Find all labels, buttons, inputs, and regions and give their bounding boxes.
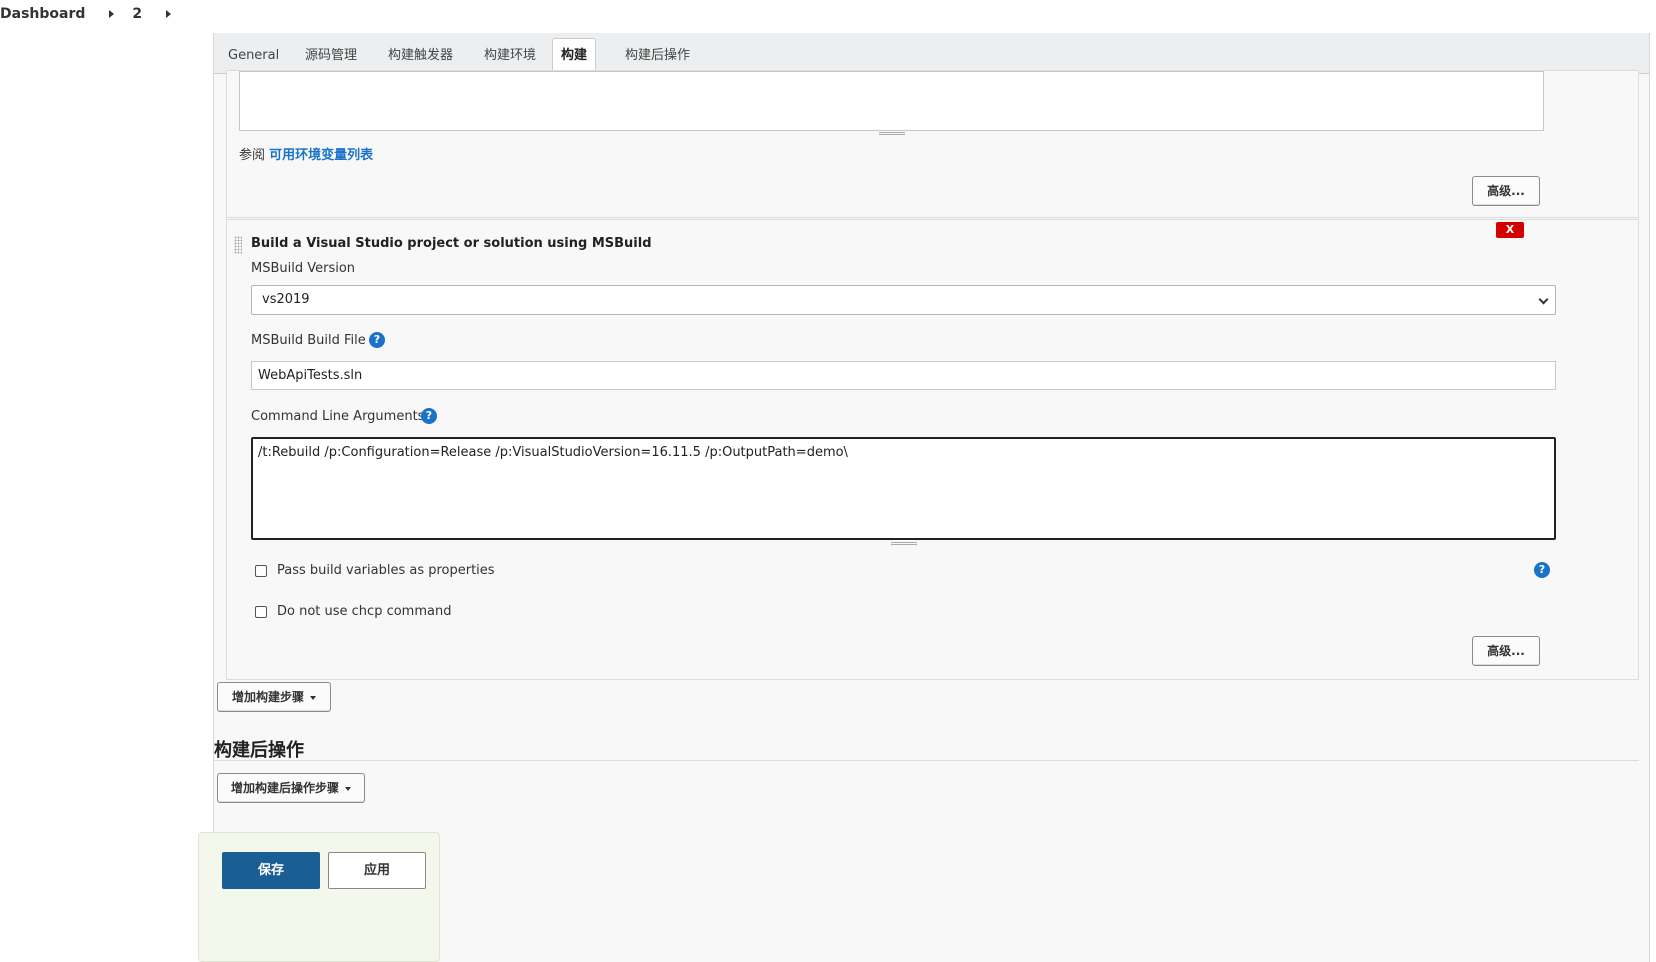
breadcrumb-dashboard[interactable]: Dashboard bbox=[0, 6, 85, 22]
cmd-args-textarea[interactable]: /t:Rebuild /p:Configuration=Release /p:V… bbox=[251, 437, 1556, 540]
advanced-button[interactable]: 高级... bbox=[1472, 176, 1540, 206]
breadcrumb-chevron-icon[interactable] bbox=[109, 10, 115, 18]
breadcrumb-chevron-icon[interactable] bbox=[166, 10, 172, 18]
config-panel: General 源码管理 构建触发器 构建环境 构建 构建后操作 参阅 可用环境… bbox=[213, 33, 1650, 962]
no-chcp-checkbox[interactable] bbox=[255, 606, 267, 618]
tab-build[interactable]: 构建 bbox=[552, 38, 597, 74]
msbuild-version-select[interactable]: vs2019 bbox=[251, 285, 1556, 315]
delete-step-button[interactable]: X bbox=[1496, 222, 1524, 238]
section-divider bbox=[214, 760, 1639, 761]
msbuild-step: Build a Visual Studio project or solutio… bbox=[226, 219, 1639, 680]
save-button[interactable]: 保存 bbox=[222, 852, 320, 889]
caret-down-icon bbox=[310, 695, 316, 700]
apply-button[interactable]: 应用 bbox=[328, 852, 426, 889]
drag-handle-icon[interactable] bbox=[234, 236, 242, 254]
command-textarea[interactable] bbox=[239, 71, 1544, 131]
build-file-label: MSBuild Build File bbox=[251, 333, 366, 348]
pass-vars-label: Pass build variables as properties bbox=[277, 563, 495, 578]
msbuild-step-title: Build a Visual Studio project or solutio… bbox=[251, 236, 652, 251]
build-file-input[interactable]: WebApiTests.sln bbox=[251, 361, 1556, 390]
resize-grip-icon[interactable] bbox=[891, 542, 917, 545]
help-icon[interactable]: ? bbox=[1534, 562, 1550, 578]
no-chcp-label: Do not use chcp command bbox=[277, 604, 452, 619]
msbuild-version-label: MSBuild Version bbox=[251, 261, 356, 276]
add-build-step-label: 增加构建步骤 bbox=[231, 690, 304, 704]
add-post-build-button[interactable]: 增加构建后操作步骤 bbox=[217, 773, 365, 803]
post-build-heading: 构建后操作 bbox=[214, 740, 304, 761]
pass-vars-checkbox[interactable] bbox=[255, 565, 267, 577]
save-bar: 保存 应用 bbox=[198, 832, 440, 962]
msbuild-advanced-button[interactable]: 高级... bbox=[1472, 636, 1540, 666]
env-vars-hint: 参阅 可用环境变量列表 bbox=[239, 144, 373, 163]
cmd-args-label: Command Line Arguments bbox=[251, 409, 425, 424]
add-post-build-label: 增加构建后操作步骤 bbox=[230, 781, 339, 795]
previous-build-step: 参阅 可用环境变量列表 高级... bbox=[226, 70, 1639, 218]
resize-grip-icon[interactable] bbox=[879, 132, 905, 135]
see-prefix: 参阅 bbox=[239, 148, 266, 163]
caret-down-icon bbox=[345, 786, 351, 791]
msbuild-version-value: vs2019 bbox=[262, 292, 310, 307]
env-vars-link[interactable]: 可用环境变量列表 bbox=[269, 148, 373, 163]
help-icon[interactable]: ? bbox=[421, 408, 437, 424]
tab-bar: General 源码管理 构建触发器 构建环境 构建 构建后操作 bbox=[214, 33, 1649, 74]
chevron-down-icon bbox=[1538, 294, 1549, 305]
add-build-step-button[interactable]: 增加构建步骤 bbox=[217, 682, 331, 712]
breadcrumb-job[interactable]: 2 bbox=[132, 6, 142, 22]
help-icon[interactable]: ? bbox=[369, 332, 385, 348]
breadcrumb: Dashboard 2 bbox=[0, 0, 189, 28]
